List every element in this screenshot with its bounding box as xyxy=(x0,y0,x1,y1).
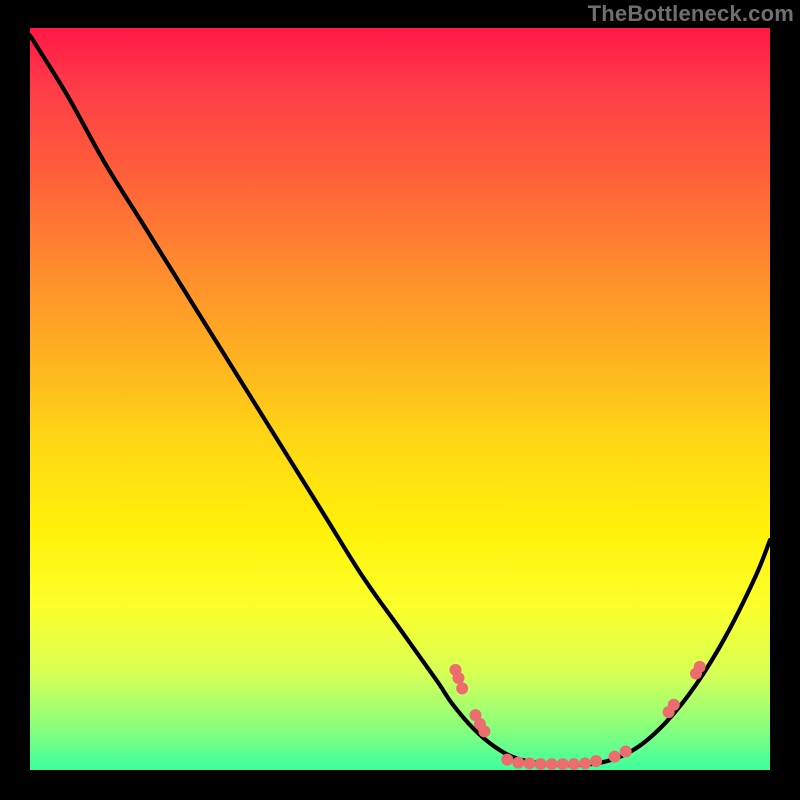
data-marker xyxy=(590,755,602,767)
frame-left xyxy=(0,0,30,800)
data-marker xyxy=(620,745,632,757)
data-marker xyxy=(557,758,569,770)
data-marker xyxy=(579,757,591,769)
data-marker xyxy=(524,757,536,769)
data-marker xyxy=(694,661,706,673)
data-marker xyxy=(546,758,558,770)
curve-line xyxy=(30,35,770,765)
chart-svg xyxy=(0,0,800,800)
data-marker xyxy=(456,682,468,694)
data-marker xyxy=(535,758,547,770)
data-marker xyxy=(609,751,621,763)
data-marker xyxy=(501,754,513,766)
frame-bottom xyxy=(0,770,800,800)
data-marker xyxy=(512,757,524,769)
data-marker xyxy=(668,699,680,711)
chart-stage: TheBottleneck.com xyxy=(0,0,800,800)
data-marker xyxy=(568,758,580,770)
data-marker xyxy=(478,725,490,737)
frame-right xyxy=(770,0,800,800)
watermark-text: TheBottleneck.com xyxy=(588,0,794,28)
marker-group xyxy=(450,661,706,770)
data-marker xyxy=(452,672,464,684)
